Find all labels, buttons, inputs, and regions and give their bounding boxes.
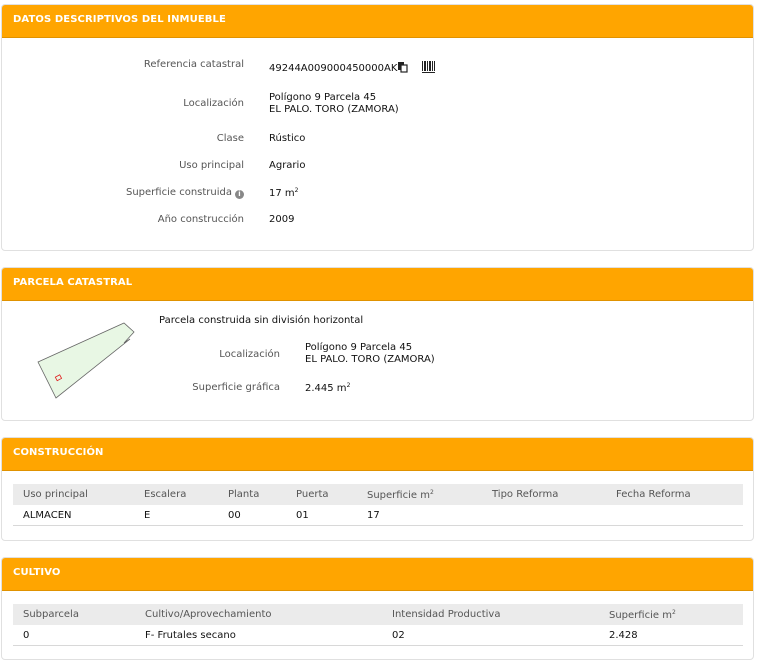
table-row: 0 F- Frutales secano 02 2.428 bbox=[13, 625, 743, 646]
localizacion-line2: EL PALO. TORO (ZAMORA) bbox=[269, 104, 399, 115]
cell-superficie-cultivo: 2.428 bbox=[599, 625, 743, 646]
parcela-localizacion-line2: EL PALO. TORO (ZAMORA) bbox=[305, 354, 435, 365]
cell-fecha-reforma bbox=[606, 505, 743, 526]
col-intensidad: Intensidad Productiva bbox=[382, 604, 599, 625]
col-planta: Planta bbox=[218, 484, 286, 505]
col-cultivo: Cultivo/Aprovechamiento bbox=[135, 604, 382, 625]
superficie-construida-text: Superficie construida bbox=[126, 187, 232, 198]
col-superficie-cultivo-text: Superficie m bbox=[609, 609, 672, 621]
localizacion-value: Polígono 9 Parcela 45 EL PALO. TORO (ZAM… bbox=[269, 92, 399, 116]
copy-icon[interactable] bbox=[397, 61, 409, 76]
parcela-superficie-value: 2.445 m2 bbox=[305, 382, 350, 394]
localizacion-label: Localización bbox=[183, 98, 244, 109]
col-subparcela: Subparcela bbox=[13, 604, 135, 625]
parcela-superficie-label: Superficie gráfica bbox=[192, 382, 280, 393]
localizacion-line1: Polígono 9 Parcela 45 bbox=[269, 92, 377, 103]
cell-escalera: E bbox=[134, 505, 218, 526]
info-icon[interactable]: i bbox=[235, 190, 244, 199]
uso-principal-value: Agrario bbox=[269, 160, 306, 171]
parcel-map[interactable] bbox=[34, 318, 144, 400]
parcela-panel-title: PARCELA CATASTRAL bbox=[2, 268, 753, 301]
referencia-value: 49244A009000450000AK bbox=[269, 63, 398, 74]
datos-panel: DATOS DESCRIPTIVOS DEL INMUEBLE Referenc… bbox=[1, 4, 754, 251]
col-superficie-sup: 2 bbox=[429, 488, 434, 496]
col-puerta: Puerta bbox=[286, 484, 357, 505]
col-fecha-reforma: Fecha Reforma bbox=[606, 484, 743, 505]
col-escalera: Escalera bbox=[134, 484, 218, 505]
clase-value: Rústico bbox=[269, 133, 306, 144]
construccion-table: Uso principal Escalera Planta Puerta Sup… bbox=[13, 484, 743, 526]
col-superficie-cultivo-sup: 2 bbox=[671, 608, 676, 616]
referencia-label: Referencia catastral bbox=[143, 59, 244, 70]
cultivo-panel-title: CULTIVO bbox=[2, 558, 753, 591]
barcode-icon[interactable] bbox=[421, 61, 435, 76]
cell-subparcela: 0 bbox=[13, 625, 135, 646]
parcela-localizacion-line1: Polígono 9 Parcela 45 bbox=[305, 342, 413, 353]
parcela-superficie-unit-sup: 2 bbox=[346, 382, 351, 389]
cell-superficie: 17 bbox=[357, 505, 482, 526]
parcela-superficie-number: 2.445 m bbox=[305, 383, 347, 394]
table-row: ALMACEN E 00 01 17 bbox=[13, 505, 743, 526]
col-superficie-cultivo: Superficie m2 bbox=[599, 604, 743, 625]
construccion-header-row: Uso principal Escalera Planta Puerta Sup… bbox=[13, 484, 743, 505]
parcela-subtitle: Parcela construida sin división horizont… bbox=[159, 315, 364, 326]
cultivo-panel: CULTIVO Subparcela Cultivo/Aprovechamien… bbox=[1, 557, 754, 660]
anio-construccion-value: 2009 bbox=[269, 214, 295, 225]
referencia-value-row: 49244A009000450000AK bbox=[269, 61, 435, 76]
cell-cultivo: F- Frutales secano bbox=[135, 625, 382, 646]
datos-panel-title: DATOS DESCRIPTIVOS DEL INMUEBLE bbox=[2, 5, 753, 38]
cell-puerta: 01 bbox=[286, 505, 357, 526]
uso-principal-label: Uso principal bbox=[179, 160, 244, 171]
parcela-panel: PARCELA CATASTRAL Parcela construida sin… bbox=[1, 267, 754, 421]
clase-label: Clase bbox=[216, 133, 244, 144]
col-superficie-text: Superficie m bbox=[367, 489, 430, 501]
construccion-panel: CONSTRUCCIÓN Uso principal Escalera Plan… bbox=[1, 437, 754, 541]
parcel-shape bbox=[37, 322, 135, 399]
cell-uso-principal: ALMACEN bbox=[13, 505, 134, 526]
parcela-localizacion-value: Polígono 9 Parcela 45 EL PALO. TORO (ZAM… bbox=[305, 342, 435, 366]
superficie-construida-value: 17 m2 bbox=[269, 187, 298, 199]
col-superficie: Superficie m2 bbox=[357, 484, 482, 505]
anio-construccion-label: Año construcción bbox=[157, 214, 244, 225]
construccion-panel-title: CONSTRUCCIÓN bbox=[2, 438, 753, 471]
superficie-construida-unit-sup: 2 bbox=[294, 187, 299, 194]
cell-planta: 00 bbox=[218, 505, 286, 526]
cultivo-header-row: Subparcela Cultivo/Aprovechamiento Inten… bbox=[13, 604, 743, 625]
cell-intensidad: 02 bbox=[382, 625, 599, 646]
superficie-construida-label: Superficie construida i bbox=[126, 187, 244, 199]
col-uso-principal: Uso principal bbox=[13, 484, 134, 505]
cell-tipo-reforma bbox=[482, 505, 606, 526]
col-tipo-reforma: Tipo Reforma bbox=[482, 484, 606, 505]
cultivo-table: Subparcela Cultivo/Aprovechamiento Inten… bbox=[13, 604, 743, 646]
superficie-construida-number: 17 m bbox=[269, 188, 295, 199]
parcela-localizacion-label: Localización bbox=[219, 349, 280, 360]
